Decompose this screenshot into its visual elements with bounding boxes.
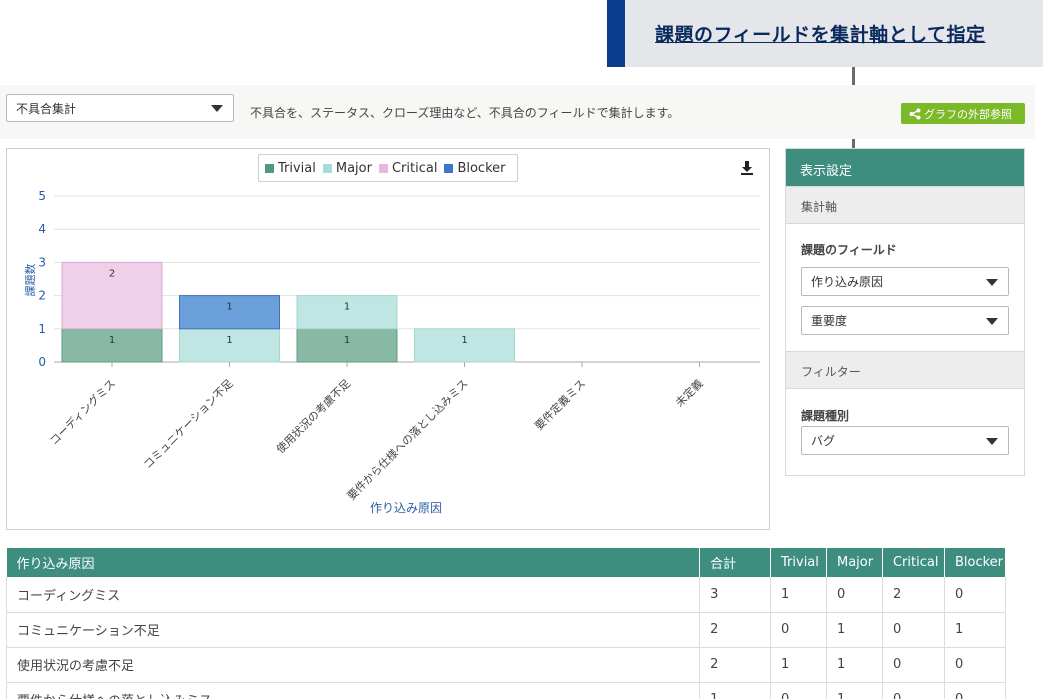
legend-item-major[interactable]: Major: [322, 160, 372, 176]
download-icon[interactable]: [740, 160, 754, 176]
table-cell: 0: [944, 577, 1007, 613]
summary-table: 作り込み原因 合計 Trivial Major Critical Blocker…: [5, 548, 1007, 699]
filter-section-header: フィルター: [786, 351, 1024, 389]
legend-label-trivial: Trivial: [278, 160, 316, 176]
table-cell: 1: [699, 682, 772, 699]
legend-swatch-critical: [378, 163, 388, 173]
table-header[interactable]: Major: [826, 548, 883, 577]
y-tick-label: 4: [38, 222, 46, 236]
table-cell: コミュニケーション不足: [5, 612, 701, 648]
external-reference-label: グラフの外部参照: [924, 107, 1012, 121]
table-cell: 0: [770, 682, 827, 699]
table-row: 要件から仕様への落とし込みミス 1 0 1 0 0: [5, 682, 1007, 699]
axis-field-select-2[interactable]: 重要度: [801, 306, 1009, 335]
share-icon: [909, 108, 921, 119]
table-cell: 0: [882, 612, 945, 648]
external-reference-button[interactable]: グラフの外部参照: [901, 103, 1025, 124]
x-tick-label: 使用状況の考慮不足: [273, 376, 353, 456]
issue-type-select[interactable]: バグ: [801, 426, 1009, 455]
legend-label-blocker: Blocker: [457, 160, 506, 176]
x-tick-label: コーディングミス: [47, 376, 119, 448]
table-header-row: 作り込み原因 合計 Trivial Major Critical Blocker: [6, 548, 1007, 577]
table-header[interactable]: 合計: [699, 548, 772, 577]
table-cell: 1: [826, 682, 883, 699]
display-settings-title: 表示設定: [786, 149, 1024, 186]
x-tick-label: 要件定義ミス: [532, 376, 589, 433]
data-label: 1: [344, 335, 350, 346]
x-axis-label: 作り込み原因: [370, 501, 442, 515]
axis-field-value-1: 作り込み原因: [811, 275, 884, 289]
legend-item-critical[interactable]: Critical: [378, 160, 438, 176]
table-cell: コーディングミス: [5, 577, 701, 613]
table-cell: 3: [699, 577, 772, 613]
legend-label-major: Major: [335, 160, 372, 176]
table-row: コーディングミス 3 1 0 2 0: [5, 577, 1007, 613]
data-label: 1: [344, 302, 350, 313]
axis-field-value-2: 重要度: [811, 314, 848, 328]
table-row: コミュニケーション不足 2 0 1 0 1: [5, 612, 1007, 648]
y-tick-label: 1: [38, 322, 46, 336]
table-cell: 2: [699, 647, 772, 683]
data-label: 1: [461, 335, 467, 346]
display-settings-panel: 表示設定 集計軸 課題のフィールド 作り込み原因 重要度 フィルター 課題種別 …: [785, 148, 1025, 476]
table-cell: 要件から仕様への落とし込みミス: [5, 682, 701, 699]
table-cell: 2: [699, 612, 772, 648]
table-cell: 1: [944, 612, 1007, 648]
chevron-down-icon: [986, 317, 998, 325]
table-cell: 0: [826, 577, 883, 613]
issue-type-value: バグ: [811, 434, 836, 448]
data-label: 2: [109, 268, 115, 279]
x-tick-label: コミュニケーション不足: [141, 377, 236, 472]
table-row: 使用状況の考慮不足 2 1 1 0 0: [5, 647, 1007, 683]
table-header[interactable]: Critical: [882, 548, 945, 577]
legend-swatch-major: [322, 163, 332, 173]
data-label: 1: [226, 302, 232, 313]
table-cell: 1: [826, 647, 883, 683]
table-header[interactable]: Blocker: [944, 548, 1007, 577]
legend-swatch-blocker: [444, 163, 454, 173]
table-cell: 0: [944, 647, 1007, 683]
chevron-down-icon: [986, 437, 998, 445]
y-tick-label: 0: [38, 355, 46, 369]
y-tick-label: 5: [38, 189, 46, 203]
legend-item-trivial[interactable]: Trivial: [265, 161, 316, 176]
chart-legend: Trivial Major Critical Blocker: [258, 154, 518, 182]
axis-field-select-1[interactable]: 作り込み原因: [801, 267, 1009, 296]
data-label: 1: [226, 335, 232, 346]
table-cell: 0: [944, 682, 1007, 699]
stacked-bar-chart: 0 1 2 3 4 5 課題数 1 2 コーディングミス 1 1 コミュニケーション不足 1 1 使用状況の考…: [23, 189, 760, 515]
table-header[interactable]: Trivial: [770, 548, 827, 577]
issue-field-label: 課題のフィールド: [801, 243, 897, 257]
legend-swatch-trivial: [265, 163, 274, 173]
x-tick-label: 要件から仕様への落とし込みミス: [344, 376, 471, 503]
table-cell: 0: [770, 612, 827, 648]
table-header[interactable]: 作り込み原因: [6, 548, 701, 577]
table-cell: 使用状況の考慮不足: [5, 647, 701, 683]
y-axis-label: 課題数: [23, 264, 37, 297]
y-tick-label: 2: [38, 289, 46, 303]
table-cell: 0: [882, 682, 945, 699]
legend-item-blocker[interactable]: Blocker: [444, 161, 505, 176]
x-tick-label: 未定義: [672, 376, 705, 409]
data-label: 1: [109, 335, 115, 346]
legend-label-critical: Critical: [391, 160, 438, 176]
issue-type-label: 課題種別: [801, 409, 850, 423]
chevron-down-icon: [986, 278, 998, 286]
y-tick-label: 3: [38, 255, 46, 269]
table-cell: 1: [770, 647, 827, 683]
table-cell: 1: [770, 577, 827, 613]
table-cell: 0: [882, 647, 945, 683]
table-cell: 2: [882, 577, 945, 613]
table-cell: 1: [826, 612, 883, 648]
axis-section-header: 集計軸: [786, 186, 1024, 224]
